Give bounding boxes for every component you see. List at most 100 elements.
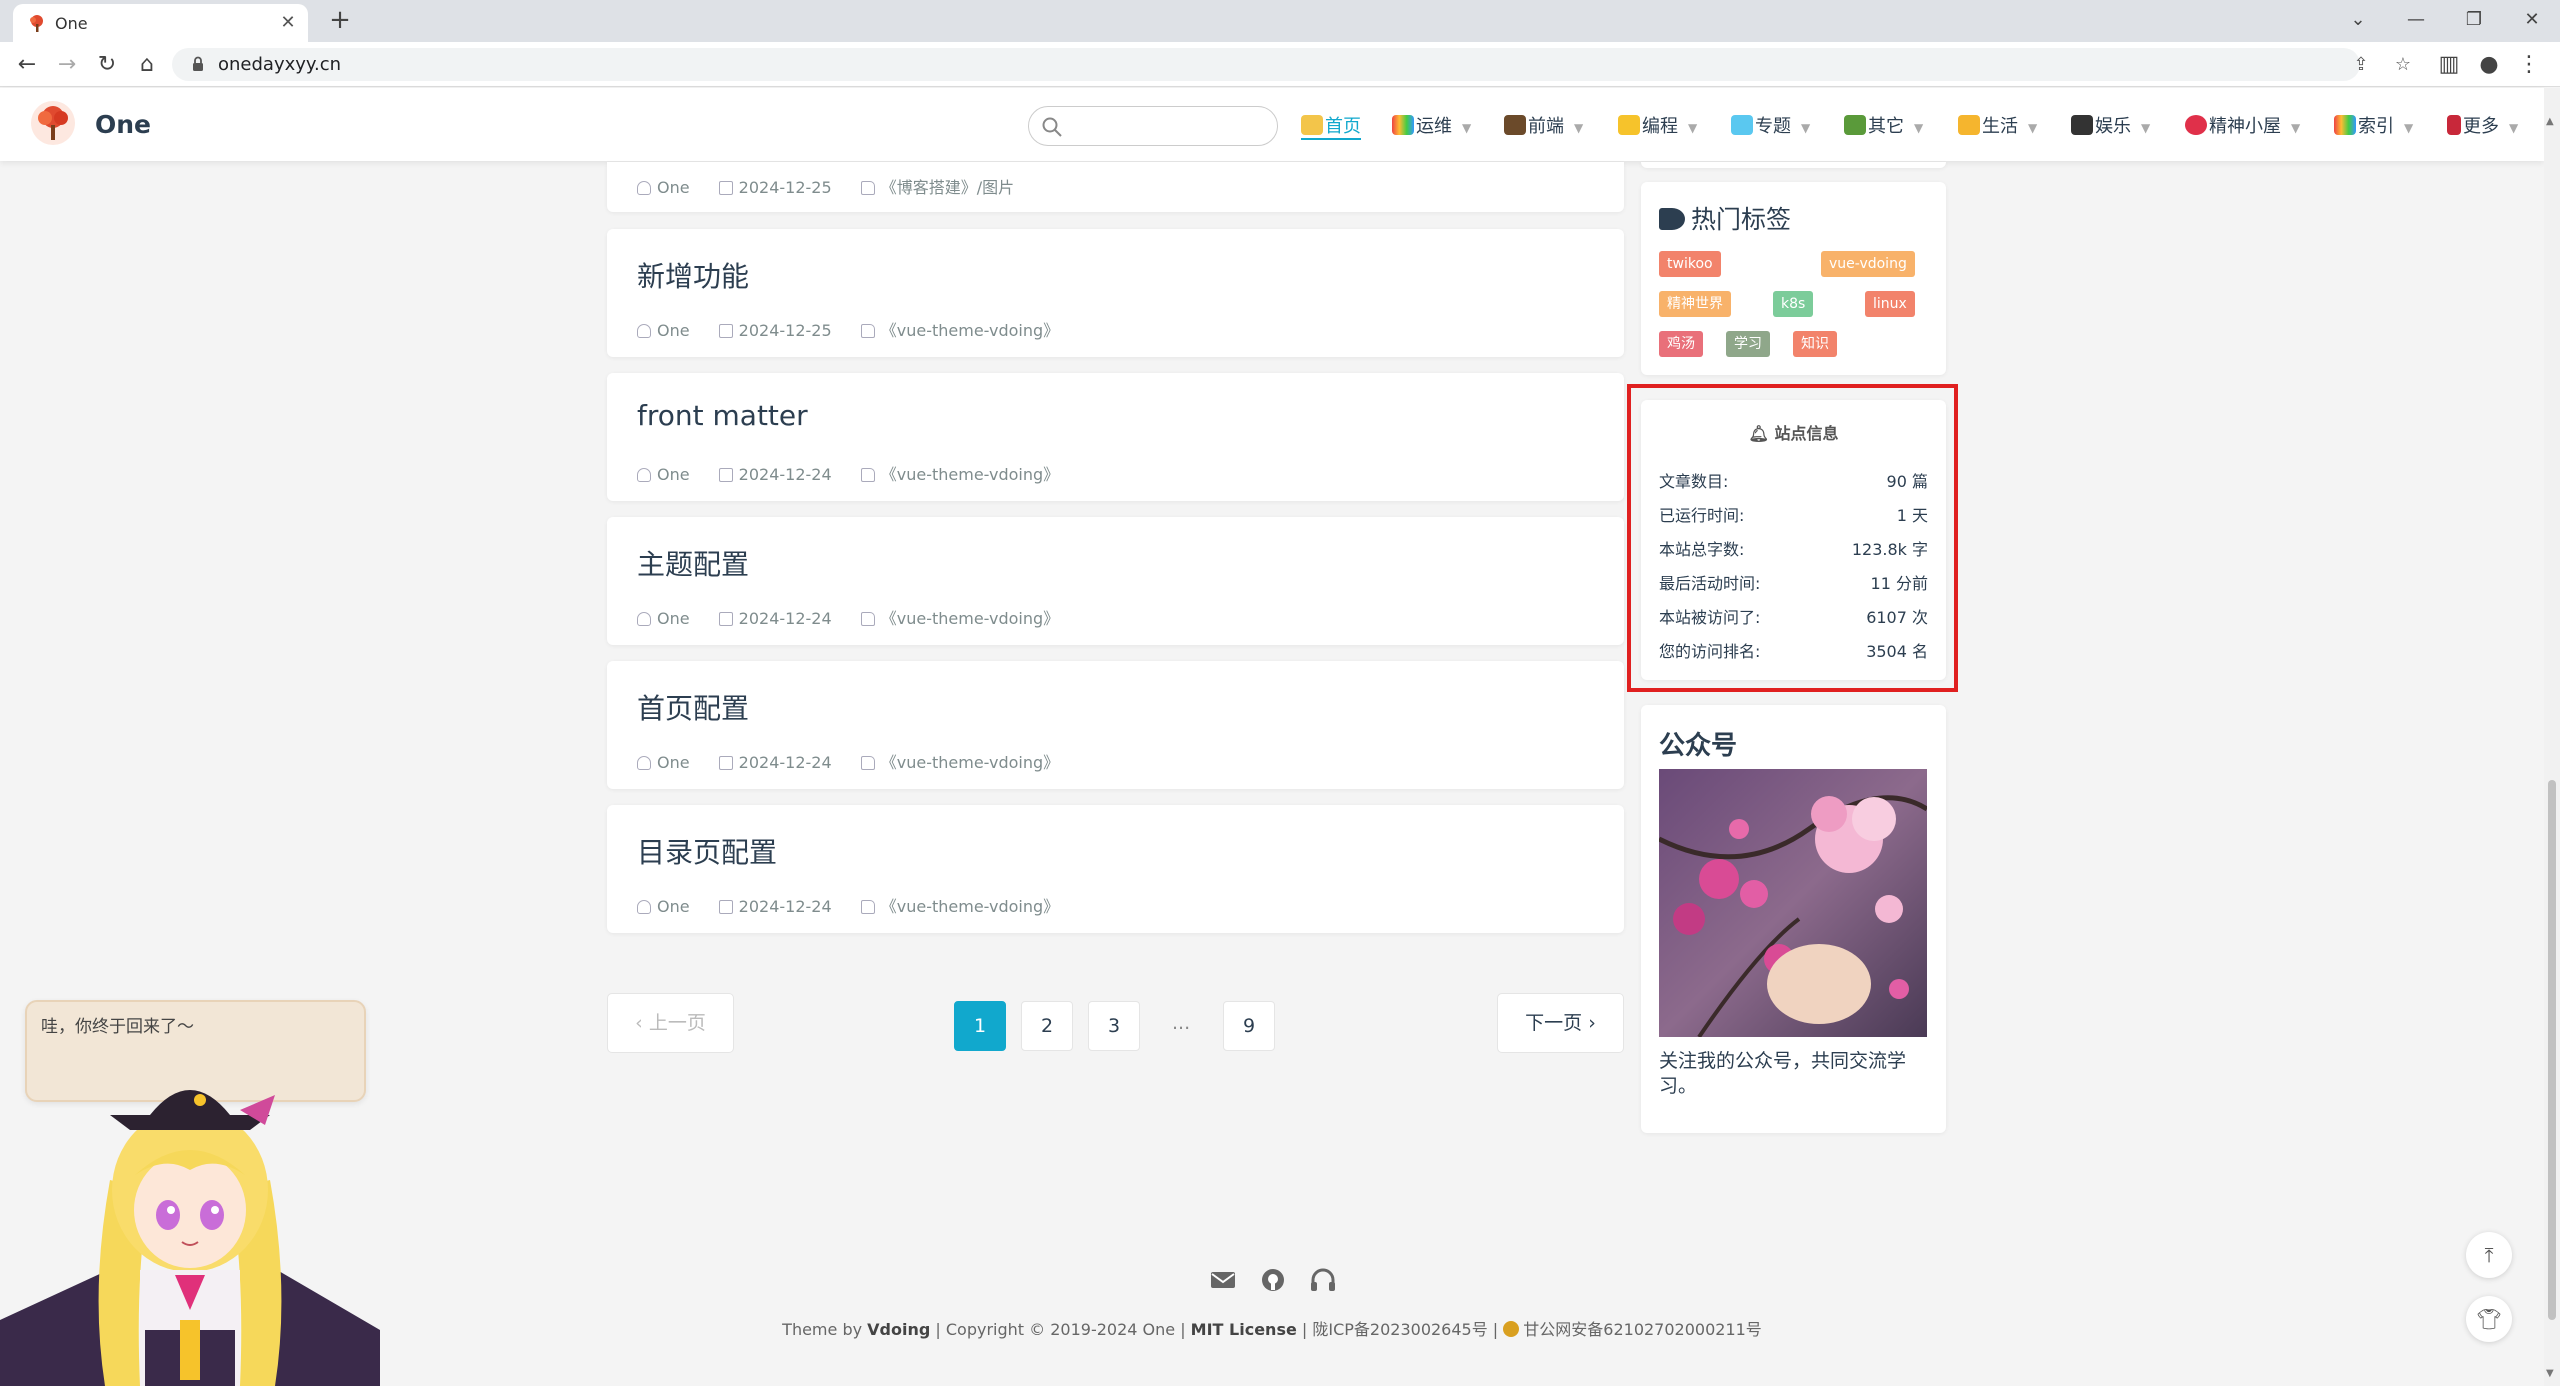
- post-title[interactable]: 主题配置: [637, 543, 749, 583]
- nav-item-life[interactable]: 生活 ▼: [1958, 112, 2037, 138]
- post-date: 2024-12-24: [718, 753, 832, 772]
- post-card[interactable]: 目录页配置 One 2024-12-24 《vue-theme-vdoing》: [607, 805, 1624, 933]
- nav-item-spirit-room[interactable]: 精神小屋 ▼: [2185, 112, 2300, 138]
- nav-item-others[interactable]: 其它 ▼: [1844, 112, 1923, 138]
- nav-item-home[interactable]: 首页: [1301, 112, 1361, 140]
- highlight-box: [1627, 384, 1958, 692]
- browser-tab-strip: One ✕ + ⌄ — ❐ ✕: [0, 0, 2560, 42]
- post-category[interactable]: 《博客搭建》/图片: [860, 178, 1014, 197]
- nav-item-ops[interactable]: 运维 ▼: [1392, 112, 1471, 138]
- police-link[interactable]: 甘公网安备62102702000211号: [1523, 1320, 1762, 1339]
- scroll-up-arrow-icon[interactable]: ▲: [2546, 116, 2554, 127]
- nav-item-frontend[interactable]: 前端 ▼: [1504, 112, 1583, 138]
- close-tab-icon[interactable]: ✕: [276, 11, 300, 35]
- github-icon[interactable]: [1260, 1268, 1286, 1292]
- post-meta: One 2024-12-25 《vue-theme-vdoing》: [637, 317, 1083, 341]
- theme-mode-button[interactable]: 👕︎: [2466, 1296, 2512, 1342]
- tag-item[interactable]: 精神世界: [1659, 291, 1731, 317]
- license-link[interactable]: MIT License: [1191, 1320, 1297, 1339]
- close-window-icon[interactable]: ✕: [2504, 4, 2560, 36]
- tag-item[interactable]: linux: [1865, 291, 1915, 317]
- forward-arrow-icon[interactable]: →: [52, 50, 82, 80]
- sidebar-card-top: [1641, 162, 1946, 168]
- page-number-button[interactable]: 1: [954, 1001, 1006, 1051]
- post-category[interactable]: 《vue-theme-vdoing》: [860, 609, 1059, 628]
- headphones-icon[interactable]: [1310, 1268, 1336, 1292]
- new-tab-button[interactable]: +: [326, 7, 354, 35]
- tag-item[interactable]: twikoo: [1659, 251, 1721, 277]
- site-header: One 首页 运维 ▼ 前端 ▼ 编程 ▼ 专题 ▼ 其它 ▼ 生活 ▼ 娱乐 ▼ 精神小屋 ▼…: [0, 88, 2544, 161]
- reload-icon[interactable]: ↻: [92, 50, 122, 80]
- turtle-icon: [1844, 115, 1866, 135]
- menu-kebab-icon[interactable]: ⋮: [2514, 50, 2544, 80]
- lock-icon: [193, 56, 203, 71]
- page-number-button[interactable]: 9: [1223, 1001, 1275, 1051]
- post-title[interactable]: 首页配置: [637, 687, 749, 727]
- tree-logo-icon[interactable]: [30, 100, 76, 146]
- nav-item-more[interactable]: 更多 ▼: [2447, 112, 2518, 138]
- bookmark-star-icon[interactable]: ☆: [2390, 52, 2416, 78]
- post-date: 2024-12-25: [718, 178, 832, 197]
- next-page-button[interactable]: 下一页 ›: [1497, 993, 1624, 1053]
- tree-favicon-icon: [30, 15, 43, 32]
- side-panel-icon[interactable]: ▥: [2434, 50, 2464, 80]
- post-card[interactable]: front matter One 2024-12-24 《vue-theme-v…: [607, 373, 1624, 501]
- tag-item[interactable]: k8s: [1773, 291, 1814, 317]
- post-category[interactable]: 《vue-theme-vdoing》: [860, 465, 1059, 484]
- post-title[interactable]: 目录页配置: [637, 831, 777, 871]
- tag-item[interactable]: vue-vdoing: [1821, 251, 1915, 277]
- theme-link[interactable]: Vdoing: [867, 1320, 930, 1339]
- home-icon[interactable]: ⌂: [132, 50, 162, 80]
- star-icon: [1958, 115, 1980, 135]
- post-author: One: [637, 609, 690, 628]
- scroll-down-arrow-icon[interactable]: ▼: [2546, 1368, 2554, 1379]
- heart-icon: [2185, 115, 2207, 135]
- post-category[interactable]: 《vue-theme-vdoing》: [860, 897, 1059, 916]
- email-icon[interactable]: [1210, 1268, 1236, 1292]
- site-title[interactable]: One: [95, 110, 151, 139]
- prev-page-button[interactable]: ‹ 上一页: [607, 993, 734, 1053]
- post-category[interactable]: 《vue-theme-vdoing》: [860, 753, 1059, 772]
- nav-item-index[interactable]: 索引 ▼: [2334, 112, 2413, 138]
- page-number-button[interactable]: 3: [1088, 1001, 1140, 1051]
- back-arrow-icon[interactable]: ←: [12, 50, 42, 80]
- tag-item[interactable]: 知识: [1793, 331, 1837, 357]
- post-card[interactable]: 首页配置 One 2024-12-24 《vue-theme-vdoing》: [607, 661, 1624, 789]
- user-icon: [637, 612, 651, 626]
- nav-item-topics[interactable]: 专题 ▼: [1731, 112, 1810, 138]
- chevron-right-icon: ›: [1582, 1012, 1596, 1034]
- icp-link[interactable]: | 陇ICP备2023002645号 |: [1297, 1320, 1503, 1339]
- post-meta: One 2024-12-24 《vue-theme-vdoing》: [637, 893, 1083, 917]
- profile-avatar-icon[interactable]: ●: [2474, 50, 2504, 80]
- back-to-top-button[interactable]: ⤒: [2466, 1232, 2512, 1278]
- post-author: One: [637, 321, 690, 340]
- folder-icon: [860, 324, 875, 338]
- tag-item[interactable]: 鸡汤: [1659, 331, 1703, 357]
- post-author: One: [637, 178, 690, 197]
- post-card[interactable]: 主题配置 One 2024-12-24 《vue-theme-vdoing》: [607, 517, 1624, 645]
- post-title[interactable]: 新增功能: [637, 255, 749, 295]
- site-search-input[interactable]: [1028, 106, 1278, 146]
- post-category[interactable]: 《vue-theme-vdoing》: [860, 321, 1059, 340]
- restore-icon[interactable]: ❐: [2446, 4, 2502, 36]
- page-number-button[interactable]: 2: [1021, 1001, 1073, 1051]
- browser-tab[interactable]: One ✕: [13, 4, 308, 42]
- arrow-up-icon: ⤒: [2484, 1243, 2494, 1267]
- minimize-icon[interactable]: —: [2388, 4, 2444, 36]
- share-icon[interactable]: ⇪: [2348, 52, 2374, 78]
- hot-tags-title: 热门标签: [1659, 200, 1791, 236]
- post-card[interactable]: One 2024-12-25 《博客搭建》/图片: [607, 162, 1624, 212]
- nav-item-entertainment[interactable]: 娱乐 ▼: [2071, 112, 2150, 138]
- address-bar[interactable]: onedayxyy.cn ⇪ ☆: [172, 48, 2411, 81]
- post-author: One: [637, 753, 690, 772]
- tag-item[interactable]: 学习: [1726, 331, 1770, 357]
- post-card[interactable]: 新增功能 One 2024-12-25 《vue-theme-vdoing》: [607, 229, 1624, 357]
- nav-item-programming[interactable]: 编程 ▼: [1618, 112, 1697, 138]
- scrollbar-thumb[interactable]: [2548, 780, 2556, 1320]
- post-title[interactable]: front matter: [637, 399, 808, 432]
- tab-title: One: [55, 14, 88, 33]
- address-toolbar: ← → ↻ ⌂ onedayxyy.cn ⇪ ☆ ▥ ● ⋮: [0, 42, 2560, 87]
- tab-search-icon[interactable]: ⌄: [2330, 4, 2386, 36]
- page-ellipsis: ...: [1172, 1012, 1191, 1034]
- post-author: One: [637, 465, 690, 484]
